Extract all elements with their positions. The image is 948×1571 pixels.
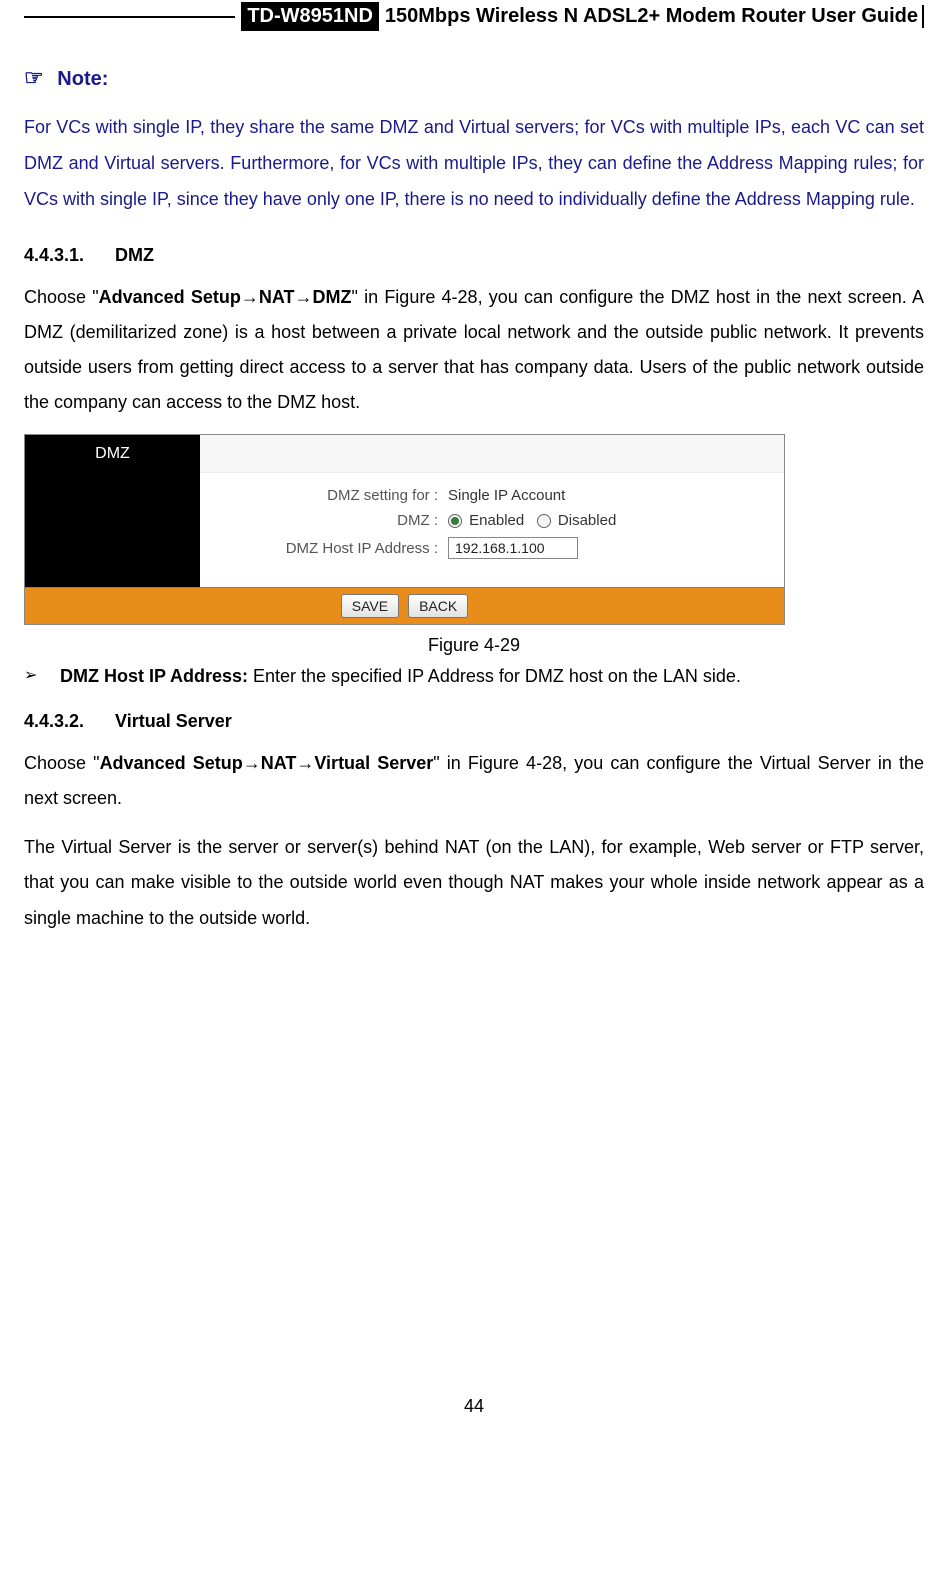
section-title: DMZ <box>115 245 154 265</box>
document-title: 150Mbps Wireless N ADSL2+ Modem Router U… <box>379 5 924 28</box>
dmz-enabled-radio[interactable] <box>448 514 462 528</box>
nav-path-bold: Advanced Setup→NAT→DMZ <box>99 287 352 307</box>
section-number: 4.4.3.2. <box>24 711 110 732</box>
dmz-enabled-label: Enabled <box>469 512 524 529</box>
page-number: 44 <box>24 1396 924 1417</box>
bullet-dmz-host-ip: ➢ DMZ Host IP Address: Enter the specifi… <box>24 662 924 691</box>
note-heading: ☞ Note: <box>24 65 924 91</box>
text-fragment: Choose " <box>24 287 99 307</box>
bullet-arrow-icon: ➢ <box>24 662 60 689</box>
nav-path-bold: Advanced Setup→NAT→Virtual Server <box>100 753 434 773</box>
dmz-host-ip-input[interactable]: 192.168.1.100 <box>448 537 578 559</box>
figure-button-bar: SAVE BACK <box>25 587 784 624</box>
dmz-host-ip-label: DMZ Host IP Address : <box>218 540 448 557</box>
header-rule <box>24 16 235 18</box>
back-button[interactable]: BACK <box>408 594 468 618</box>
bullet-desc: Enter the specified IP Address for DMZ h… <box>248 666 741 686</box>
figure-header-spacer <box>200 435 784 473</box>
pointing-hand-icon: ☞ <box>24 65 44 90</box>
figure-sidebar <box>25 473 200 587</box>
section-number: 4.4.3.1. <box>24 245 110 266</box>
dmz-setting-for-label: DMZ setting for : <box>218 487 448 504</box>
dmz-label: DMZ : <box>218 512 448 529</box>
figure-4-29: DMZ DMZ setting for : Single IP Account … <box>24 434 785 625</box>
section-heading-dmz: 4.4.3.1. DMZ <box>24 245 924 266</box>
figure-tab-dmz: DMZ <box>25 435 200 473</box>
save-button[interactable]: SAVE <box>341 594 399 618</box>
note-label: Note: <box>57 68 108 90</box>
figure-caption: Figure 4-29 <box>24 635 924 656</box>
figure-form-area: DMZ setting for : Single IP Account DMZ … <box>200 473 784 587</box>
dmz-disabled-label: Disabled <box>558 512 616 529</box>
virtual-server-paragraph-1: Choose "Advanced Setup→NAT→Virtual Serve… <box>24 746 924 816</box>
page-header: TD-W8951ND 150Mbps Wireless N ADSL2+ Mod… <box>24 0 924 35</box>
virtual-server-paragraph-2: The Virtual Server is the server or serv… <box>24 830 924 935</box>
dmz-disabled-radio[interactable] <box>537 514 551 528</box>
section-title: Virtual Server <box>115 711 232 731</box>
product-model: TD-W8951ND <box>241 2 379 31</box>
dmz-setting-for-value: Single IP Account <box>448 487 565 504</box>
note-body: For VCs with single IP, they share the s… <box>24 109 924 217</box>
dmz-paragraph: Choose "Advanced Setup→NAT→DMZ" in Figur… <box>24 280 924 420</box>
section-heading-virtual-server: 4.4.3.2. Virtual Server <box>24 711 924 732</box>
bullet-term: DMZ Host IP Address: <box>60 666 248 686</box>
text-fragment: Choose " <box>24 753 100 773</box>
